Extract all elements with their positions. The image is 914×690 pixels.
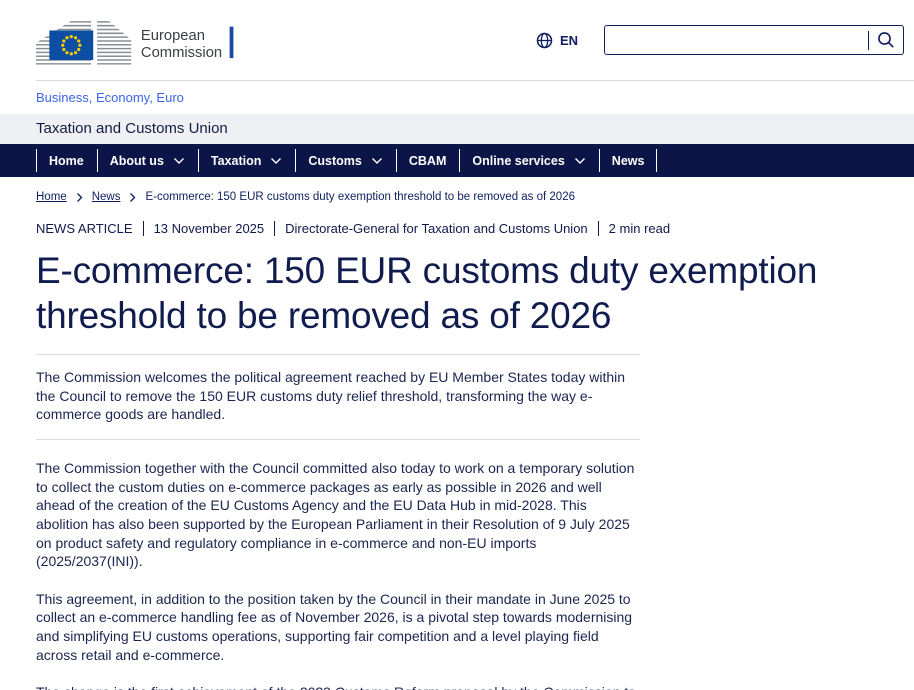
nav-label: About us [110,154,164,168]
article-date: 13 November 2025 [154,221,265,236]
article-author: Directorate-General for Taxation and Cus… [285,221,588,236]
search-input[interactable] [605,28,868,52]
article-lede: The Commission welcomes the political ag… [36,354,640,440]
breadcrumb-home-link[interactable]: Home [36,191,67,203]
article-meta: NEWS ARTICLE 13 November 2025 Directorat… [36,221,878,236]
chevron-right-icon [76,192,83,203]
nav-item-cbam[interactable]: CBAM [396,144,460,177]
nav-item-home[interactable]: Home [36,144,97,177]
language-code: EN [560,33,578,48]
language-selector[interactable]: EN [536,32,578,49]
chevron-down-icon [173,157,185,165]
nav-item-taxation[interactable]: Taxation [198,144,295,177]
breadcrumb-news-link[interactable]: News [92,191,121,203]
nav-label: Home [49,154,84,168]
main-navigation: Home About us Taxation Customs CBAM Onli… [0,144,914,177]
meta-divider [274,221,275,236]
chevron-down-icon [574,157,586,165]
globe-icon [536,32,553,49]
article-read-time: 2 min read [609,221,670,236]
nav-item-about-us[interactable]: About us [97,144,198,177]
page-title: E-commerce: 150 EUR customs duty exempti… [36,248,878,338]
article-paragraph: The Commission together with the Council… [36,459,640,571]
ec-flag-graphic-icon: European Commission [36,13,242,67]
nav-label: Customs [308,154,361,168]
search-button[interactable] [869,26,903,54]
european-commission-logo[interactable]: European Commission [36,13,242,67]
site-category-row: Business, Economy, Euro [0,81,914,114]
search-box [604,25,904,55]
logo-text-line1: European [141,28,205,44]
chevron-right-icon [129,192,136,203]
nav-item-customs[interactable]: Customs [295,144,395,177]
breadcrumb-current: E-commerce: 150 EUR customs duty exempti… [145,191,575,203]
nav-item-news[interactable]: News [599,144,658,177]
article-type-label: NEWS ARTICLE [36,221,133,236]
breadcrumb: Home News E-commerce: 150 EUR customs du… [0,177,914,203]
chevron-down-icon [270,157,282,165]
nav-label: Online services [472,154,564,168]
nav-item-online-services[interactable]: Online services [459,144,598,177]
meta-divider [143,221,144,236]
site-title: Taxation and Customs Union [36,120,228,137]
page-header: European Commission EN [0,0,914,81]
site-title-band: Taxation and Customs Union [0,114,914,144]
article-paragraph: The change is the first achievement of t… [36,683,640,690]
article-paragraph: This agreement, in addition to the posit… [36,590,640,664]
nav-label: News [612,154,645,168]
meta-divider [598,221,599,236]
article-body: The Commission together with the Council… [36,459,878,690]
nav-label: Taxation [211,154,261,168]
chevron-down-icon [371,157,383,165]
site-category-link[interactable]: Business, Economy, Euro [36,90,184,105]
logo-text-line2: Commission [141,45,222,61]
search-icon [877,31,895,49]
nav-label: CBAM [409,154,447,168]
